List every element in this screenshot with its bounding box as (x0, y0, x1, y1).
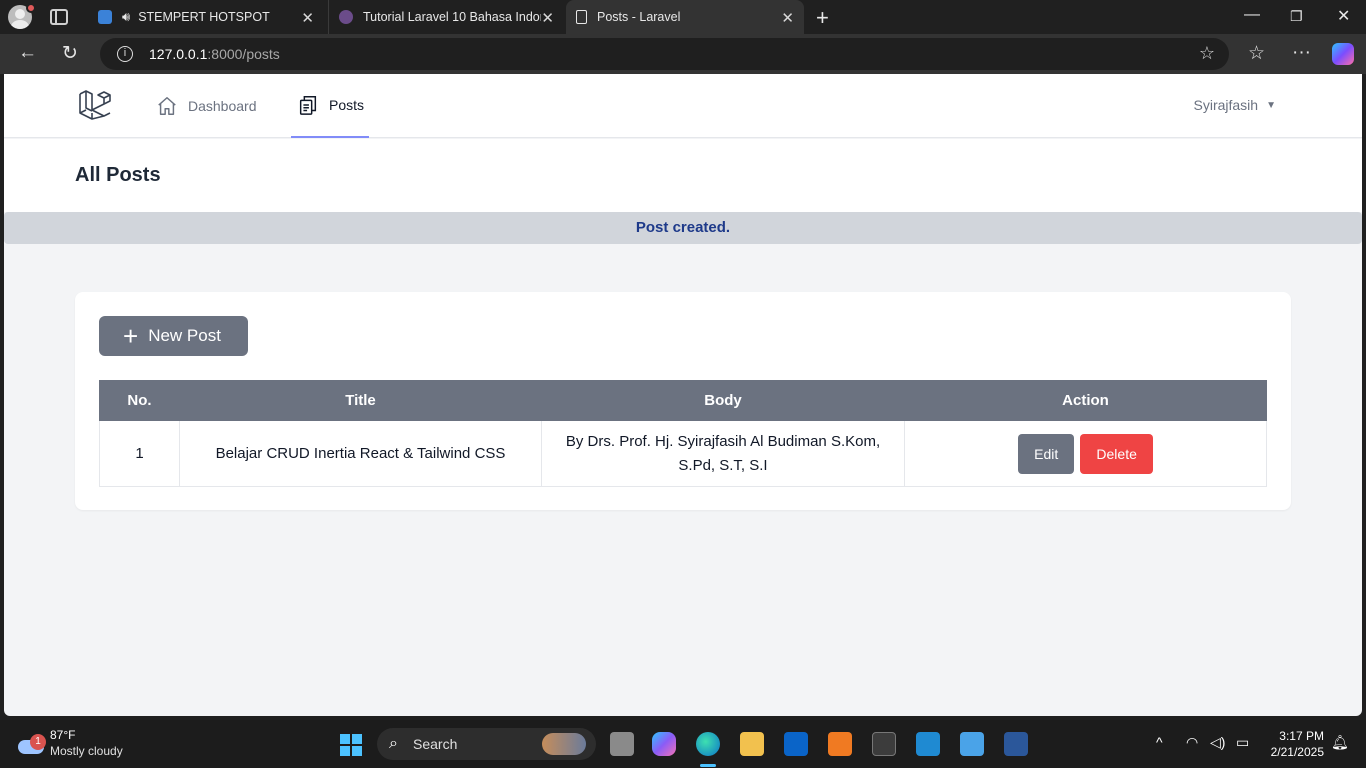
window-close-icon[interactable]: ✕ (1337, 6, 1350, 26)
user-name: Syirajfasih (1193, 97, 1259, 113)
wifi-icon[interactable]: ◠ (1186, 734, 1198, 751)
vscode-icon[interactable] (916, 732, 940, 756)
restore-icon[interactable]: ❐ (1290, 8, 1303, 25)
edit-button[interactable]: Edit (1018, 433, 1075, 474)
cell-action: Edit Delete (904, 420, 1267, 487)
clock-time: 3:17 PM (1279, 729, 1324, 743)
system-clock[interactable]: 3:17 PM 2/21/2025 (1266, 728, 1324, 760)
new-post-label: New Post (148, 326, 221, 345)
favorites-list-icon[interactable]: ☆ (1248, 42, 1265, 65)
back-arrow-icon[interactable]: ← (18, 42, 37, 64)
tab-close-icon[interactable]: ✕ (541, 9, 554, 27)
page-title: All Posts (75, 164, 161, 186)
tab-favicon (98, 10, 112, 24)
nav-dashboard-link[interactable]: Dashboard (156, 74, 257, 138)
notepad-icon[interactable] (960, 732, 984, 756)
notification-bell-icon[interactable]: 🔔︎ (1331, 734, 1349, 751)
column-header-body: Body (541, 380, 905, 421)
weather-widget[interactable]: 1 (14, 728, 46, 760)
windows-taskbar: 1 87°F Mostly cloudy ⌕ Search ^ ◠ ◁) ▭ 3… (0, 720, 1366, 768)
table-row: 1 Belajar CRUD Inertia React & Tailwind … (99, 420, 1267, 487)
copilot-app-icon[interactable] (652, 732, 676, 756)
site-info-icon[interactable]: i (117, 46, 133, 62)
posts-table: No. Title Body Action 1 Belajar CRUD Ine… (99, 380, 1267, 487)
volume-icon[interactable]: ◁) (1210, 734, 1225, 751)
url-text[interactable]: 127.0.0.1:8000/posts (149, 46, 280, 62)
web-page: Dashboard Posts Syirajfasih ▼ All Posts … (4, 74, 1362, 716)
page-header: All Posts (4, 139, 1362, 212)
new-tab-plus-icon[interactable]: + (816, 5, 829, 31)
column-header-no: No. (99, 380, 180, 421)
browser-tab-3-active[interactable]: Posts - Laravel ✕ (566, 0, 804, 34)
terminal-icon[interactable] (872, 732, 896, 756)
search-highlight-icon (542, 733, 586, 755)
speaker-icon[interactable]: 🔊︎ (122, 9, 130, 25)
new-post-button[interactable]: + New Post (99, 316, 248, 356)
laravel-logo-icon[interactable] (78, 88, 112, 122)
user-menu[interactable]: Syirajfasih ▼ (1194, 97, 1277, 113)
battery-icon[interactable]: ▭ (1236, 734, 1249, 751)
nav-posts-label: Posts (329, 97, 365, 113)
url-path: :8000/posts (207, 46, 280, 62)
task-view-icon[interactable] (610, 732, 634, 756)
documents-icon (299, 96, 317, 115)
tab-close-icon[interactable]: ✕ (781, 9, 794, 27)
top-navigation: Dashboard Posts Syirajfasih ▼ (4, 74, 1362, 138)
profile-avatar[interactable] (8, 3, 36, 29)
notification-dot (26, 3, 36, 13)
clock-date: 2/21/2025 (1270, 745, 1324, 759)
column-header-title: Title (179, 380, 542, 421)
cell-no: 1 (99, 420, 180, 487)
nav-dashboard-label: Dashboard (188, 98, 257, 114)
delete-button[interactable]: Delete (1080, 433, 1153, 474)
windows-start-icon[interactable] (340, 734, 362, 756)
search-label: Search (413, 736, 458, 752)
flash-message: Post created. (4, 212, 1362, 244)
weather-badge: 1 (30, 734, 46, 750)
home-icon (158, 97, 176, 115)
favorite-star-icon[interactable]: ☆ (1199, 43, 1215, 64)
weather-temperature: 87°F (50, 728, 76, 742)
browser-toolbar: ← ↻ i 127.0.0.1:8000/posts ☆ ☆ ··· (0, 34, 1366, 74)
search-icon: ⌕ (389, 735, 398, 752)
chevron-up-icon[interactable]: ^ (1156, 734, 1163, 750)
copilot-icon[interactable] (1332, 43, 1354, 65)
weather-condition: Mostly cloudy (50, 744, 123, 758)
minimize-icon[interactable]: — (1244, 6, 1260, 24)
taskbar-search[interactable]: ⌕ Search (377, 728, 596, 760)
file-explorer-icon[interactable] (740, 732, 764, 756)
cell-title: Belajar CRUD Inertia React & Tailwind CS… (179, 420, 542, 487)
url-host: 127.0.0.1 (149, 46, 208, 62)
browser-tab-1[interactable]: 🔊︎ STEMPERT HOTSPOT ✕ (88, 0, 324, 34)
tab-title: STEMPERT HOTSPOT (138, 10, 270, 24)
page-icon (576, 10, 587, 24)
table-header-row: No. Title Body Action (99, 380, 1267, 421)
chevron-down-icon: ▼ (1266, 99, 1276, 111)
cell-body: By Drs. Prof. Hj. Syirajfasih Al Budiman… (541, 420, 905, 487)
browser-tab-2[interactable]: Tutorial Laravel 10 Bahasa Indonesia ✕ (328, 0, 564, 34)
browser-tab-bar: 🔊︎ STEMPERT HOTSPOT ✕ Tutorial Laravel 1… (0, 0, 1366, 34)
tab-title: Posts - Laravel (597, 10, 681, 24)
tab-actions-icon[interactable] (50, 9, 68, 25)
active-app-indicator (700, 764, 716, 767)
address-bar[interactable]: i 127.0.0.1:8000/posts ☆ (100, 38, 1229, 70)
more-menu-icon[interactable]: ··· (1292, 42, 1311, 64)
outlook-icon[interactable] (784, 732, 808, 756)
nav-posts-link[interactable]: Posts (291, 74, 370, 138)
plus-icon: + (123, 321, 139, 351)
xampp-icon[interactable] (828, 732, 852, 756)
tab-favicon (339, 10, 353, 24)
refresh-icon[interactable]: ↻ (62, 42, 78, 65)
edge-icon[interactable] (696, 732, 720, 756)
word-icon[interactable] (1004, 732, 1028, 756)
tab-title: Tutorial Laravel 10 Bahasa Indonesia (363, 10, 541, 24)
tab-close-icon[interactable]: ✕ (301, 9, 314, 27)
posts-card: + New Post No. Title Body Action 1 Belaj… (75, 292, 1291, 510)
column-header-action: Action (904, 380, 1267, 421)
